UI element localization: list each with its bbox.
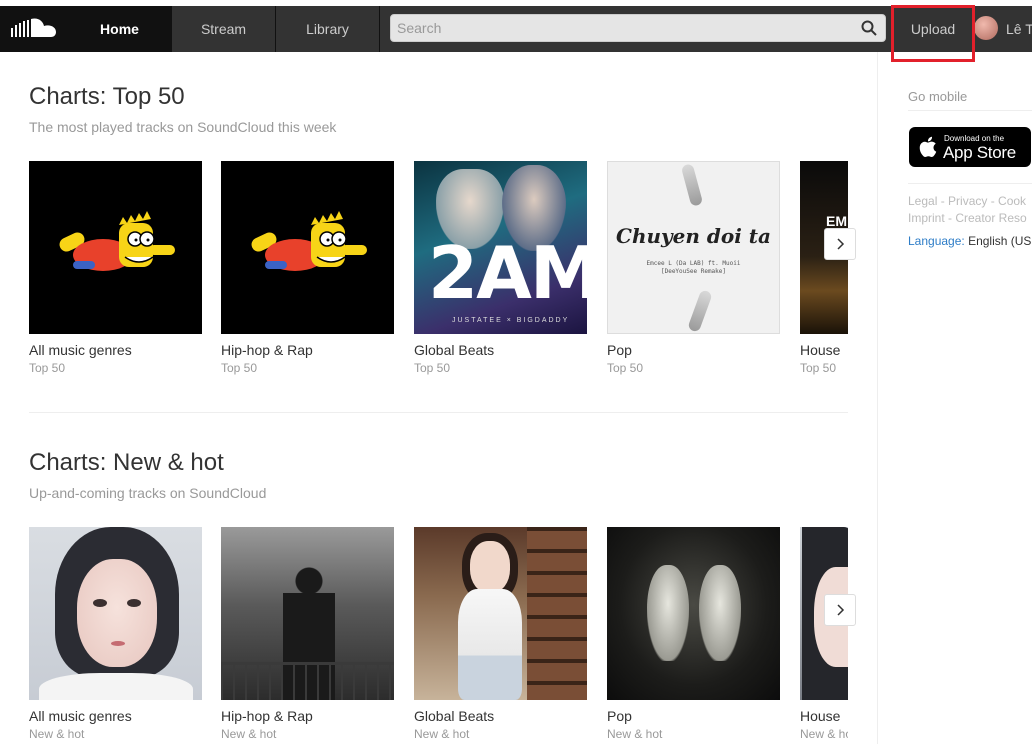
language-value[interactable]: English (US [968,234,1031,248]
artwork-hand [687,289,713,333]
chart-card[interactable]: Global Beats New & hot [414,527,587,741]
artwork-artist-text: JUSTATEE × BIGDADDY [452,317,570,324]
app-store-small-text: Download on the [944,134,1005,143]
sidebar-divider [908,110,1032,111]
section-subtitle-top50: The most played tracks on SoundCloud thi… [29,119,337,135]
section-title-top50: Charts: Top 50 [29,83,185,110]
artwork-figure [527,527,587,700]
apple-icon [919,136,937,157]
card-title[interactable]: Pop [607,342,632,358]
carousel-next-button[interactable] [824,594,856,626]
artwork-figure [221,662,394,700]
artwork-cafe-image[interactable] [414,527,587,700]
artwork-credit-text: Emcee L (Da LAB) ft. Muoii [DeeYouSee Re… [646,260,741,275]
card-title[interactable]: All music genres [29,342,132,358]
chevron-right-icon [837,238,845,250]
app-store-badge[interactable]: Download on the App Store [909,127,1031,167]
artwork-portrait-image[interactable] [29,527,202,700]
username-label[interactable]: Lê T [1006,21,1032,37]
language-selector[interactable]: Language: English (US [908,234,1031,248]
carousel-next-button[interactable] [824,228,856,260]
artwork-figure [470,541,510,593]
artwork-figure [93,599,107,607]
card-subtitle: Top 50 [607,361,644,375]
soundcloud-cloud-icon [11,18,56,37]
card-title[interactable]: House [800,708,840,724]
artwork-title-text: 2AM [428,231,587,315]
card-subtitle: Top 50 [414,361,451,375]
artwork-city-image[interactable] [221,527,394,700]
artwork-bart-image[interactable] [29,161,202,334]
artwork-figure [699,565,741,661]
artwork-figure [77,559,157,667]
chevron-right-icon [837,604,845,616]
card-subtitle: New & hot [221,727,277,741]
artwork-title-text: Chuyen doi ta [616,224,771,248]
card-subtitle: New & hot [607,727,663,741]
go-mobile-heading: Go mobile [908,89,968,104]
search-icon[interactable] [861,20,877,41]
chart-card[interactable]: All music genres New & hot [29,527,202,741]
card-subtitle: New & hot [29,727,85,741]
section-divider [29,412,848,413]
chart-card[interactable]: All music genres Top 50 [29,161,202,375]
card-title[interactable]: Global Beats [414,342,494,358]
app-store-big-text: App Store [943,143,1016,162]
chart-card[interactable]: 2AM JUSTATEE × BIGDADDY Global Beats Top… [414,161,587,375]
artwork-figure [647,565,689,661]
card-subtitle: Top 50 [221,361,258,375]
artwork-2am-image[interactable]: 2AM JUSTATEE × BIGDADDY [414,161,587,334]
carousel-top50: All music genres Top 50 Hip-hop & Rap To… [29,161,848,381]
search-input[interactable] [391,15,851,41]
language-label: Language: [908,234,965,248]
card-title[interactable]: Hip-hop & Rap [221,342,313,358]
artwork-figure [111,641,125,646]
card-subtitle: New & ho [800,727,848,741]
artwork-bart-image[interactable] [221,161,394,334]
card-subtitle: Top 50 [29,361,66,375]
card-subtitle: Top 50 [800,361,837,375]
legal-links-row1[interactable]: Legal - Privacy - Cook [908,194,1026,208]
card-title[interactable]: All music genres [29,708,132,724]
artwork-title-text: EM [826,213,847,229]
right-sidebar: Go mobile Download on the App Store Lega… [879,52,1032,744]
section-title-new-hot: Charts: New & hot [29,449,224,476]
chart-card[interactable]: Hip-hop & Rap New & hot [221,527,394,741]
artwork-chuyen-doi-ta-image[interactable]: Chuyen doi ta Emcee L (Da LAB) ft. Muoii… [607,161,780,334]
top-navigation-bar: Home Stream Library Upload Lê T [0,6,1032,52]
search-box [390,14,886,42]
bart-simpson-illustration [251,211,367,271]
artwork-figure [127,599,141,607]
chart-card[interactable]: Pop New & hot [607,527,780,741]
section-subtitle-new-hot: Up-and-coming tracks on SoundCloud [29,485,267,501]
chart-card[interactable]: Chuyen doi ta Emcee L (Da LAB) ft. Muoii… [607,161,780,375]
card-subtitle: New & hot [414,727,470,741]
artwork-hand [680,163,704,207]
sidebar-divider [908,183,1032,184]
legal-links-row2[interactable]: Imprint - Creator Reso [908,211,1027,225]
card-title[interactable]: Pop [607,708,632,724]
user-avatar[interactable] [974,16,998,40]
chart-card[interactable]: Hip-hop & Rap Top 50 [221,161,394,375]
artwork-figure [458,589,522,700]
soundcloud-logo[interactable] [0,6,68,52]
main-content: Charts: Top 50 The most played tracks on… [0,52,878,744]
tab-library[interactable]: Library [276,6,380,52]
artwork-dancers-image[interactable] [607,527,780,700]
carousel-new-hot: All music genres New & hot Hip-hop & Rap… [29,527,848,747]
tab-home[interactable]: Home [68,6,172,52]
card-title[interactable]: Global Beats [414,708,494,724]
artwork-figure [39,673,193,700]
card-title[interactable]: Hip-hop & Rap [221,708,313,724]
bart-simpson-illustration [59,211,175,271]
tab-stream[interactable]: Stream [172,6,276,52]
card-title[interactable]: House [800,342,840,358]
